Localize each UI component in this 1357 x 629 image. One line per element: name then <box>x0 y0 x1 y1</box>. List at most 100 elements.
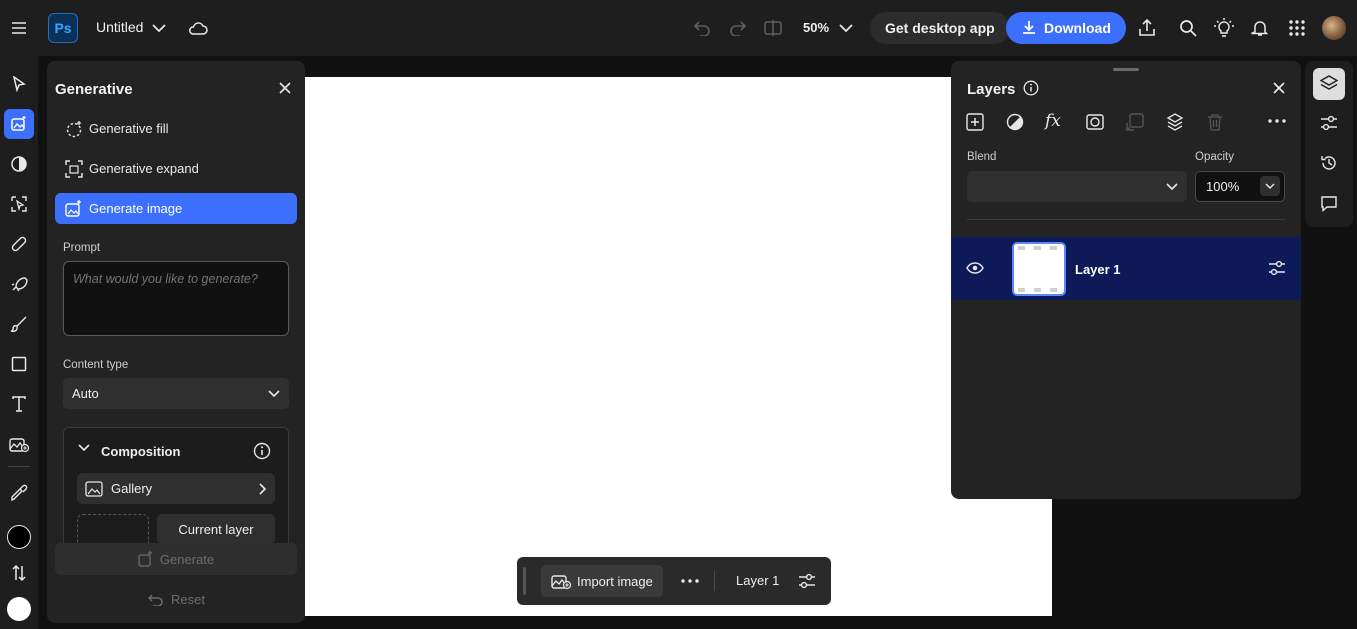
taskbar-drag-handle[interactable] <box>523 567 526 595</box>
generative-fill-label: Generative fill <box>89 121 169 136</box>
prompt-label: Prompt <box>63 242 101 254</box>
adjustment-tool-icon[interactable] <box>4 149 34 179</box>
apps-grid-icon[interactable] <box>1281 12 1313 44</box>
panel-title: Generative <box>55 81 133 98</box>
effects-fx-icon[interactable]: fx <box>1045 111 1061 131</box>
layer-stack-icon[interactable] <box>1166 113 1184 131</box>
eyedropper-tool-icon[interactable] <box>4 478 34 508</box>
reset-label: Reset <box>171 591 205 607</box>
generative-expand-item[interactable]: Generative expand <box>55 153 297 184</box>
add-layer-icon[interactable] <box>966 113 984 131</box>
layer-properties-icon[interactable] <box>1268 260 1286 276</box>
gallery-label: Gallery <box>111 481 153 496</box>
download-label: Download <box>1044 20 1111 36</box>
zoom-chevron-down-icon[interactable] <box>830 12 862 44</box>
content-type-value: Auto <box>72 386 99 401</box>
undo-icon[interactable] <box>686 12 718 44</box>
photoshop-logo[interactable]: Ps <box>48 13 78 43</box>
layers-panel: Layers fx Blend Opacity 100% Layer 1 <box>951 61 1301 499</box>
generate-image-item[interactable]: Generate image <box>55 193 297 224</box>
layer-name[interactable]: Layer 1 <box>1075 262 1121 277</box>
type-tool-icon[interactable] <box>4 389 34 419</box>
collapse-chevron-icon[interactable] <box>78 444 90 452</box>
import-image-button[interactable]: Import image <box>541 565 663 597</box>
close-icon[interactable] <box>1273 82 1285 94</box>
download-button[interactable]: Download <box>1006 12 1126 44</box>
foreground-color-swatch[interactable] <box>7 525 31 549</box>
opacity-label: Opacity <box>1195 151 1234 163</box>
generative-fill-icon <box>66 120 82 137</box>
select-subject-tool-icon[interactable] <box>4 189 34 219</box>
drag-handle[interactable] <box>1113 68 1139 71</box>
history-icon[interactable] <box>1320 154 1338 172</box>
zoom-level[interactable]: 50% <box>803 20 829 35</box>
layer-row[interactable]: Layer 1 <box>951 237 1301 300</box>
download-icon <box>1023 21 1035 34</box>
generate-button[interactable]: Generate <box>55 543 297 575</box>
reset-icon <box>148 594 163 606</box>
brush-tool-icon[interactable] <box>4 309 34 339</box>
avatar[interactable] <box>1322 16 1346 40</box>
healing-tool-icon[interactable] <box>4 229 34 259</box>
opacity-chevron-down-icon[interactable] <box>1260 176 1280 196</box>
composition-section: Composition Gallery Current layer <box>63 427 289 547</box>
generate-icon <box>138 551 152 567</box>
contextual-taskbar: Import image Layer 1 <box>517 557 831 605</box>
current-layer-button[interactable]: Current layer <box>157 514 275 544</box>
layers-title: Layers <box>967 81 1016 98</box>
clip-layer-icon[interactable] <box>1126 113 1144 131</box>
gallery-icon <box>85 480 103 497</box>
get-desktop-app-button[interactable]: Get desktop app <box>870 12 1010 44</box>
bell-icon[interactable] <box>1244 12 1276 44</box>
compare-icon[interactable] <box>757 12 789 44</box>
shape-tool-icon[interactable] <box>4 349 34 379</box>
close-icon[interactable] <box>269 72 301 104</box>
layers-divider <box>967 219 1285 220</box>
layer-properties-icon[interactable] <box>798 573 816 589</box>
opacity-input[interactable]: 100% <box>1195 171 1285 202</box>
layers-panel-icon[interactable] <box>1313 68 1345 100</box>
swap-colors-icon[interactable] <box>4 558 34 588</box>
taskbar-divider <box>714 571 715 591</box>
blend-label: Blend <box>967 151 997 163</box>
redo-icon[interactable] <box>722 12 754 44</box>
info-icon[interactable] <box>253 442 271 460</box>
generative-expand-label: Generative expand <box>89 161 199 176</box>
generate-image-icon <box>65 199 81 217</box>
prompt-input[interactable] <box>63 261 289 336</box>
layer-thumbnail[interactable] <box>1012 242 1066 296</box>
gallery-button[interactable]: Gallery <box>77 473 275 504</box>
document-canvas[interactable] <box>305 77 1052 616</box>
menu-icon[interactable] <box>3 12 35 44</box>
import-image-label: Import image <box>577 573 653 589</box>
cloud-icon[interactable] <box>182 12 214 44</box>
reset-button[interactable]: Reset <box>55 583 297 615</box>
generative-fill-item[interactable]: Generative fill <box>55 113 297 144</box>
quick-actions-icon[interactable] <box>4 269 34 299</box>
background-color-swatch[interactable] <box>7 597 31 621</box>
search-icon[interactable] <box>1172 12 1204 44</box>
chevron-down-icon <box>1166 183 1178 191</box>
more-options-icon[interactable] <box>681 579 699 583</box>
content-type-label: Content type <box>63 359 129 371</box>
mask-icon[interactable] <box>1086 113 1104 131</box>
comments-icon[interactable] <box>1320 195 1338 213</box>
current-layer-name[interactable]: Layer 1 <box>736 573 779 588</box>
share-icon[interactable] <box>1131 12 1163 44</box>
adjustment-layer-icon[interactable] <box>1006 113 1024 131</box>
content-type-select[interactable]: Auto <box>63 378 289 409</box>
generative-expand-icon <box>65 159 83 178</box>
select-tool-icon[interactable] <box>4 69 34 99</box>
adjustments-panel-icon[interactable] <box>1320 115 1338 131</box>
eye-icon[interactable] <box>966 262 984 274</box>
delete-layer-icon[interactable] <box>1206 113 1224 131</box>
lightbulb-icon[interactable] <box>1208 12 1240 44</box>
info-icon[interactable] <box>1023 80 1039 96</box>
document-title[interactable]: Untitled <box>96 19 143 35</box>
chevron-down-icon[interactable] <box>143 12 175 44</box>
blend-mode-select[interactable] <box>967 171 1187 202</box>
generative-tool-icon[interactable] <box>4 109 34 139</box>
add-image-tool-icon[interactable] <box>4 429 34 459</box>
opacity-value: 100% <box>1206 179 1240 194</box>
more-options-icon[interactable] <box>1268 119 1286 123</box>
